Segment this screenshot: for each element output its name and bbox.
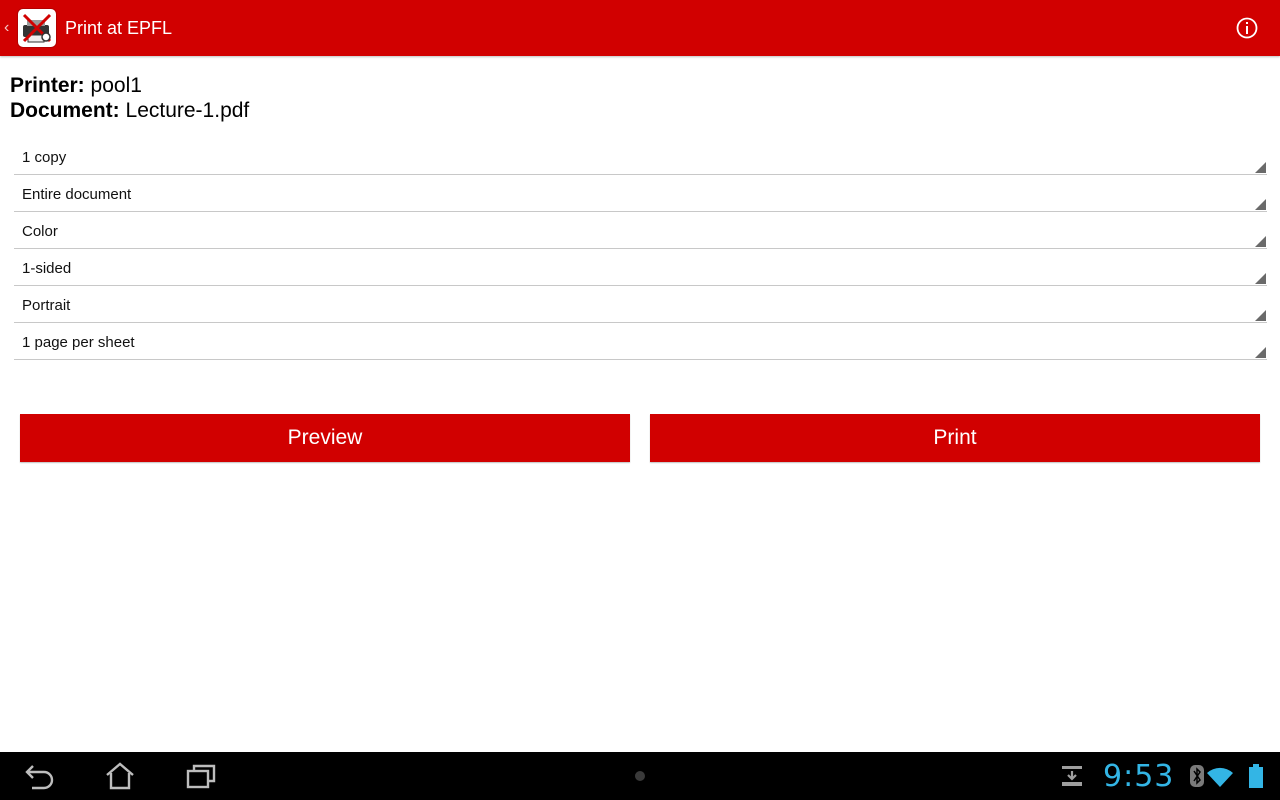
print-screen: ‹ Print at EPFL Printer: pool1 Document: [0,0,1280,800]
download-icon[interactable] [1060,764,1084,788]
dropdown-arrow-icon [1255,310,1266,321]
printer-label: Printer: [10,74,85,97]
dropdown-arrow-icon [1255,273,1266,284]
color-mode-value: Color [22,223,58,240]
pages-per-sheet-spinner[interactable]: 1 page per sheet [14,323,1267,360]
chevron-left-icon[interactable]: ‹ [4,0,14,56]
battery-icon [1249,764,1263,788]
duplex-spinner[interactable]: 1-sided [14,249,1267,286]
preview-button[interactable]: Preview [20,414,630,462]
document-label: Document: [10,99,120,122]
action-bar: ‹ Print at EPFL [0,0,1280,56]
document-line: Document: Lecture-1.pdf [10,98,249,123]
app-title: Print at EPFL [65,17,173,38]
dropdown-arrow-icon [1255,162,1266,173]
print-job-info: Printer: pool1 Document: Lecture-1.pdf [10,73,249,123]
dropdown-arrow-icon [1255,199,1266,210]
document-value: Lecture-1.pdf [125,99,250,122]
app-icon[interactable] [17,8,57,48]
page-range-spinner[interactable]: Entire document [14,175,1267,212]
info-icon[interactable] [1236,17,1258,39]
clock: 9:53 [1103,759,1175,794]
orientation-spinner[interactable]: Portrait [14,286,1267,323]
nav-center-dot [635,771,645,781]
print-options: 1 copy Entire document Color 1-sided Por… [14,138,1267,360]
back-icon[interactable] [24,762,56,790]
color-mode-spinner[interactable]: Color [14,212,1267,249]
orientation-value: Portrait [22,297,71,314]
printer-line: Printer: pool1 [10,73,249,98]
print-button[interactable]: Print [650,414,1260,462]
dropdown-arrow-icon [1255,347,1266,358]
pages-per-sheet-value: 1 page per sheet [22,334,135,351]
dropdown-arrow-icon [1255,236,1266,247]
page-range-value: Entire document [22,186,132,203]
wifi-icon [1207,767,1233,787]
copies-spinner[interactable]: 1 copy [14,138,1267,175]
recent-apps-icon[interactable] [185,762,217,790]
duplex-value: 1-sided [22,260,72,277]
printer-value: pool1 [90,74,142,97]
bluetooth-icon [1190,765,1204,787]
copies-value: 1 copy [22,149,67,166]
print-app-icon [22,13,52,43]
home-icon[interactable] [104,762,136,790]
